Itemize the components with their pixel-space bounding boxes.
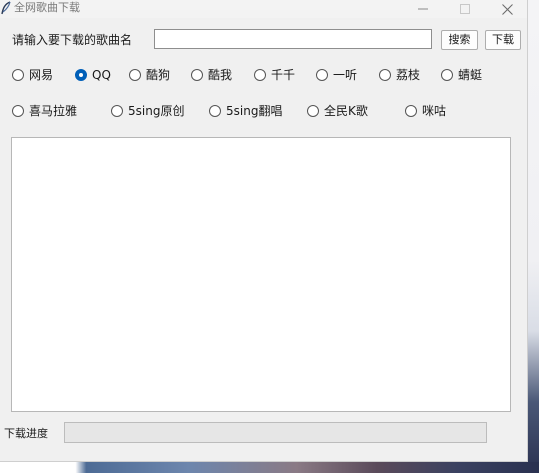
source-label: 5sing翻唱 bbox=[226, 104, 283, 118]
title-bar[interactable]: 全网歌曲下载 bbox=[0, 0, 527, 18]
source-radio-5sing-original[interactable]: 5sing原创 bbox=[111, 104, 184, 118]
source-label: 一听 bbox=[333, 68, 358, 82]
source-radio-yiting[interactable]: 一听 bbox=[316, 68, 357, 82]
source-label: 酷我 bbox=[208, 68, 233, 82]
radio-circle[interactable] bbox=[441, 69, 453, 81]
radio-circle[interactable] bbox=[191, 69, 203, 81]
source-label: 5sing原创 bbox=[128, 104, 185, 118]
download-progress-label: 下载进度 bbox=[4, 427, 48, 440]
search-results-list[interactable] bbox=[11, 137, 511, 412]
source-radio-ximalaya[interactable]: 喜马拉雅 bbox=[12, 104, 77, 118]
source-label: 全民K歌 bbox=[324, 104, 368, 118]
radio-circle[interactable] bbox=[209, 105, 221, 117]
source-label: 酷狗 bbox=[146, 68, 171, 82]
source-label: 千千 bbox=[271, 68, 296, 82]
source-radio-qianqian[interactable]: 千千 bbox=[254, 68, 295, 82]
radio-circle[interactable] bbox=[307, 105, 319, 117]
download-button[interactable]: 下载 bbox=[485, 30, 521, 50]
source-radio-netease[interactable]: 网易 bbox=[12, 68, 53, 82]
source-label: 荔枝 bbox=[396, 68, 421, 82]
source-label: QQ bbox=[92, 68, 111, 82]
desktop-background-bottom bbox=[0, 462, 539, 473]
source-radio-lizhi[interactable]: 荔枝 bbox=[379, 68, 420, 82]
radio-circle[interactable] bbox=[129, 69, 141, 81]
song-name-label: 请输入要下载的歌曲名 bbox=[12, 33, 133, 47]
source-radio-quanmin-kge[interactable]: 全民K歌 bbox=[307, 104, 368, 118]
radio-circle[interactable] bbox=[12, 69, 24, 81]
source-label: 蜻蜓 bbox=[458, 68, 483, 82]
app-window: 全网歌曲下载 请输入要下载的歌曲名 搜索 下载 网易 QQ 酷狗 酷我 千千 一… bbox=[0, 0, 528, 462]
maximize-icon bbox=[460, 4, 470, 14]
close-icon bbox=[501, 3, 513, 15]
search-button[interactable]: 搜索 bbox=[441, 30, 478, 50]
minimize-icon bbox=[418, 8, 428, 10]
source-radio-qingting[interactable]: 蜻蜓 bbox=[441, 68, 482, 82]
radio-circle[interactable] bbox=[379, 69, 391, 81]
radio-circle[interactable] bbox=[405, 105, 417, 117]
radio-circle[interactable] bbox=[111, 105, 123, 117]
radio-circle-selected[interactable] bbox=[75, 69, 87, 81]
minimize-button[interactable] bbox=[403, 0, 443, 18]
maximize-button[interactable] bbox=[445, 0, 485, 18]
source-label: 网易 bbox=[29, 68, 54, 82]
radio-circle[interactable] bbox=[254, 69, 266, 81]
song-name-input[interactable] bbox=[154, 29, 432, 49]
source-radio-migu[interactable]: 咪咕 bbox=[405, 104, 446, 118]
source-radio-qq[interactable]: QQ bbox=[75, 68, 111, 82]
radio-circle[interactable] bbox=[12, 105, 24, 117]
download-progress-bar bbox=[64, 422, 487, 443]
source-radio-kugou[interactable]: 酷狗 bbox=[129, 68, 170, 82]
desktop-background-right bbox=[528, 0, 539, 473]
source-label: 咪咕 bbox=[422, 104, 447, 118]
feather-icon bbox=[0, 1, 12, 15]
source-radio-5sing-cover[interactable]: 5sing翻唱 bbox=[209, 104, 282, 118]
source-label: 喜马拉雅 bbox=[29, 104, 78, 118]
close-button[interactable] bbox=[487, 0, 527, 18]
source-radio-kuwo[interactable]: 酷我 bbox=[191, 68, 232, 82]
radio-circle[interactable] bbox=[316, 69, 328, 81]
window-title: 全网歌曲下载 bbox=[14, 1, 80, 14]
